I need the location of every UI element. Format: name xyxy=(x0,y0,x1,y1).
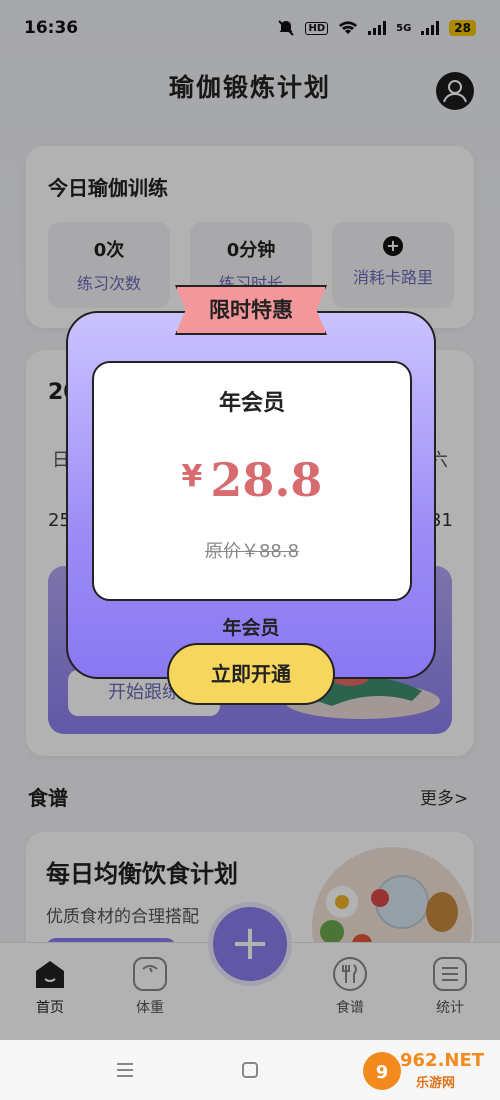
svg-text:9: 9 xyxy=(376,1062,389,1083)
promo-plan-name: 年会员 xyxy=(218,391,285,416)
price-value: 28.8 xyxy=(210,453,323,507)
currency-symbol: ¥ xyxy=(181,459,203,494)
limited-offer-ribbon: 限时特惠 xyxy=(175,285,327,335)
watermark-logo: 9 962.NET 乐游网 xyxy=(360,1048,494,1094)
watermark-subtext: 乐游网 xyxy=(416,1076,456,1091)
home-square-icon[interactable] xyxy=(241,1061,259,1079)
promo-price-card: 年会员 ¥28.8 原价￥88.8 xyxy=(92,361,412,601)
menu-icon[interactable] xyxy=(115,1062,135,1078)
app-screen: 16:36 HD 5G 28 瑜伽锻炼计划 今日瑜伽训练 0次 练习次数 0分钟… xyxy=(0,0,500,1040)
promo-dialog: 年会员 ¥28.8 原价￥88.8 年会员 xyxy=(66,311,436,679)
watermark-text: 962.NET xyxy=(400,1050,485,1071)
original-price: 原价￥88.8 xyxy=(204,541,300,562)
promo-price: ¥28.8 xyxy=(94,453,410,507)
activate-now-button[interactable]: 立即开通 xyxy=(167,643,335,705)
promo-plan-label: 年会员 xyxy=(222,617,280,639)
